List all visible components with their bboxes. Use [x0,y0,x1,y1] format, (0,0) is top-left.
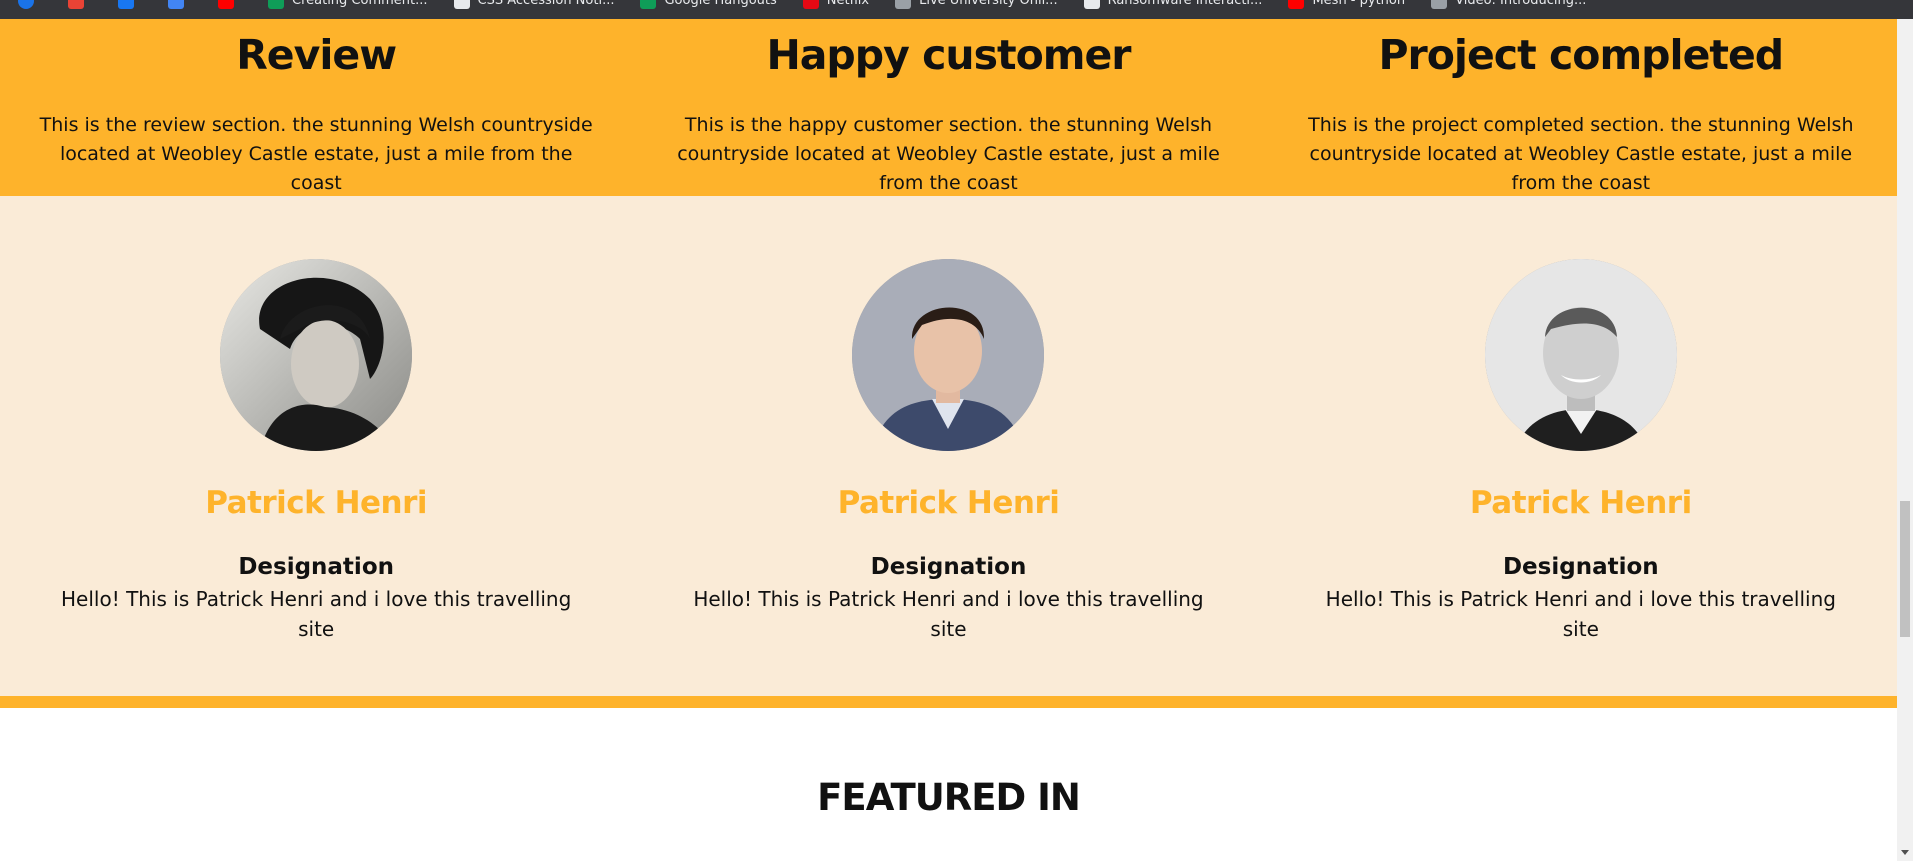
bookmarks-bar: Creating Comment... CSS Accession Noti..… [0,0,1913,19]
bookmark-netflix[interactable]: Netflix [802,0,870,10]
bookmark-css-accession[interactable]: CSS Accession Noti... [453,0,615,10]
bookmark-live-university[interactable]: Live University Onli... [895,0,1058,10]
testimonial-card: Patrick Henri Designation Hello! This is… [632,196,1264,696]
scroll-down-arrow-icon[interactable] [1901,850,1909,855]
featured-heading: FEATURED IN [817,776,1081,819]
stat-title: Happy customer [766,31,1131,79]
page-icon [453,0,470,9]
page-scrollbar[interactable] [1897,19,1913,861]
bookmark-label: Creating Comment... [292,0,428,8]
bookmark-chrome[interactable] [18,0,42,10]
section-divider [0,696,1897,708]
facebook-icon [118,0,134,9]
doc-icon [168,0,184,9]
gmail-icon [68,0,84,9]
stat-project-completed: Project completed This is the project co… [1265,19,1897,196]
avatar [852,259,1045,451]
link-icon [1431,0,1448,9]
bookmark-youtube[interactable] [218,0,242,10]
bookmark-creating-comment[interactable]: Creating Comment... [268,0,428,10]
bookmark-label: CSS Accession Noti... [477,0,615,8]
stat-happy-customer: Happy customer This is the happy custome… [632,19,1264,196]
youtube-icon [1288,0,1305,9]
stat-text: This is the review section. the stunning… [39,114,593,194]
person-bio: Hello! This is Patrick Henri and i love … [1325,587,1836,641]
bookmark-gmail[interactable] [68,0,92,10]
bookmark-doc[interactable] [168,0,192,10]
bookmark-label: Ransomware Interacti... [1107,0,1263,8]
stat-review: Review This is the review section. the s… [0,19,632,196]
person-name: Patrick Henri [205,485,428,521]
comment-icon [268,0,284,9]
person-designation: Designation [238,554,394,580]
bookmark-google-hangouts[interactable]: Google Hangouts [640,0,777,10]
person-designation: Designation [870,554,1027,580]
person-bio: Hello! This is Patrick Henri and i love … [61,587,572,641]
bookmark-label: Netflix [826,0,870,8]
bookmark-label: Video: Introducing... [1455,0,1587,8]
person-name: Patrick Henri [1469,485,1692,521]
netflix-icon [802,0,819,9]
testimonial-card: Patrick Henri Designation Hello! This is… [1265,196,1897,696]
bookmark-label: Google Hangouts [664,0,777,8]
person-bio: Hello! This is Patrick Henri and i love … [693,587,1204,641]
stat-title: Project completed [1378,31,1785,79]
bookmark-label: Live University Onli... [919,0,1058,8]
stat-text: This is the happy customer section. the … [677,114,1220,194]
testimonial-card: Patrick Henri Designation Hello! This is… [0,196,632,696]
stats-section: Review This is the review section. the s… [0,19,1897,196]
page-content: Review This is the review section. the s… [0,19,1897,861]
stat-title: Review [236,31,397,79]
youtube-icon [218,0,234,9]
person-name: Patrick Henri [837,485,1060,521]
avatar [1484,259,1677,451]
hangouts-icon [640,0,657,9]
link-icon [895,0,912,9]
bookmark-ransomware[interactable]: Ransomware Interacti... [1083,0,1263,10]
bookmark-facebook[interactable] [118,0,142,10]
avatar [220,259,413,451]
bookmark-label: Mesh - python [1312,0,1406,8]
page-icon [1083,0,1100,9]
bookmark-video-intro[interactable]: Video: Introducing... [1431,0,1586,10]
scrollbar-thumb[interactable] [1900,501,1910,637]
stat-text: This is the project completed section. t… [1308,114,1854,194]
testimonials-section: Patrick Henri Designation Hello! This is… [0,196,1897,696]
person-designation: Designation [1502,554,1659,580]
chrome-icon [18,0,34,9]
bookmark-mesh-python[interactable]: Mesh - python [1288,0,1405,10]
